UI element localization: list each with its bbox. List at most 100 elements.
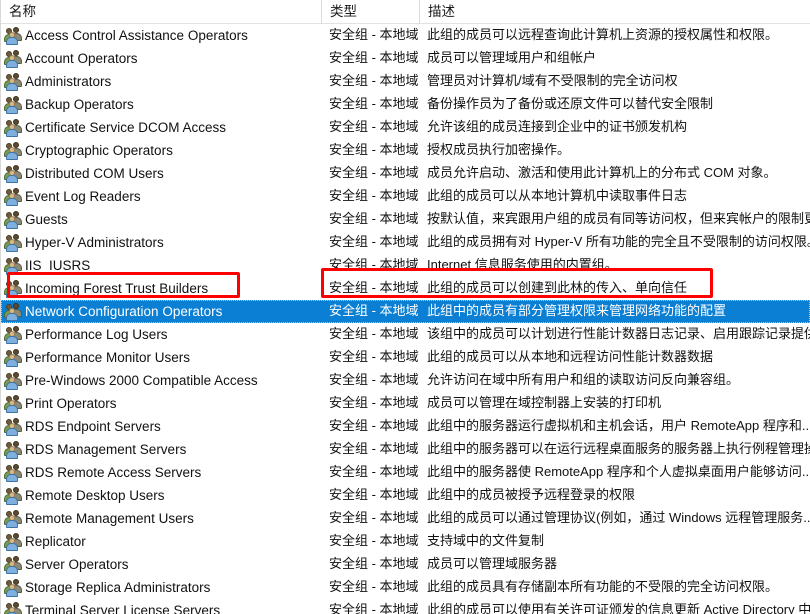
cell-name[interactable]: Remote Desktop Users (1, 484, 321, 507)
cell-description: 此组中的服务器运行虚拟机和主机会话，用户 RemoteApp 程序和... (427, 418, 810, 433)
group-users-icon (4, 96, 22, 114)
table-row[interactable]: Performance Log Users 安全组 - 本地域 该组中的成员可以计划… (1, 323, 810, 346)
cell-type: 安全组 - 本地域 (329, 533, 419, 548)
table-row[interactable]: Storage Replica Administrators 安全组 - 本地域此… (1, 576, 810, 599)
table-row[interactable]: IIS_IUSRS 安全组 - 本地域 Internet 信息服务使用的内置组。 (1, 254, 810, 277)
table-row[interactable]: Pre-Windows 2000 Compatible Access 安全组 - … (1, 369, 810, 392)
cell-name[interactable]: Distributed COM Users (1, 162, 321, 185)
table-row[interactable]: Access Control Assistance Operators 安全组 -… (1, 24, 810, 47)
cell-name[interactable]: Print Operators (1, 392, 321, 415)
group-users-icon (4, 418, 22, 436)
cell-type: 安全组 - 本地域 (329, 395, 419, 410)
cell-name[interactable]: Access Control Assistance Operators (1, 24, 321, 47)
cell-name[interactable]: Performance Log Users (1, 323, 321, 346)
cell-name[interactable]: Network Configuration Operators (1, 300, 321, 323)
cell-name[interactable]: RDS Endpoint Servers (1, 415, 321, 438)
table-row[interactable]: Administrators 安全组 - 本地域 管理员对计算机/域有不受限制的完全… (1, 70, 810, 93)
cell-description: 此组的成员拥有对 Hyper-V 所有功能的完全且不受限制的访问权限。 (427, 234, 810, 249)
table-row[interactable]: Guests 安全组 - 本地域 按默认值，来宾跟用户组的成员有同等访问权，但来宾帐… (1, 208, 810, 231)
group-users-icon (4, 50, 22, 68)
cell-type: 安全组 - 本地域 (329, 234, 419, 249)
cell-name[interactable]: IIS_IUSRS (1, 254, 321, 277)
group-name-label: Pre-Windows 2000 Compatible Access (25, 372, 258, 388)
cell-name[interactable]: Pre-Windows 2000 Compatible Access (1, 369, 321, 392)
group-users-icon (4, 487, 22, 505)
table-row[interactable]: Network Configuration Operators 安全组 - 本地域… (1, 300, 810, 323)
table-row[interactable]: Remote Management Users 安全组 - 本地域 此组的成员可以通… (1, 507, 810, 530)
cell-name[interactable]: Terminal Server License Servers (1, 599, 321, 614)
cell-name[interactable]: Server Operators (1, 553, 321, 576)
group-users-icon (4, 395, 22, 413)
cell-name[interactable]: Cryptographic Operators (1, 139, 321, 162)
cell-description: 备份操作员为了备份或还原文件可以替代安全限制 (427, 96, 714, 111)
table-row[interactable]: Cryptographic Operators 安全组 - 本地域 授权成员执行加密… (1, 139, 810, 162)
cell-type: 安全组 - 本地域 (329, 464, 419, 479)
group-name-label: Event Log Readers (25, 188, 141, 204)
table-row[interactable]: Performance Monitor Users 安全组 - 本地域 此组的成员可… (1, 346, 810, 369)
group-list-view[interactable]: 名称 类型 描述 Access Control Assistance Opera… (0, 0, 810, 614)
group-users-icon (4, 188, 22, 206)
cell-type: 安全组 - 本地域 (329, 441, 419, 456)
table-row[interactable]: Certificate Service DCOM Access 安全组 - 本地域… (1, 116, 810, 139)
table-row[interactable]: Replicator 安全组 - 本地域 支持域中的文件复制 (1, 530, 810, 553)
cell-name[interactable]: Account Operators (1, 47, 321, 70)
table-row[interactable]: Terminal Server License Servers 安全组 - 本地域… (1, 599, 810, 614)
column-header-name[interactable]: 名称 (1, 0, 321, 24)
group-name-label: RDS Endpoint Servers (25, 418, 161, 434)
table-row[interactable]: Incoming Forest Trust Builders 安全组 - 本地域此… (1, 277, 810, 300)
group-users-icon (4, 372, 22, 390)
cell-type: 安全组 - 本地域 (329, 510, 419, 525)
table-row[interactable]: Hyper-V Administrators 安全组 - 本地域 此组的成员拥有对 … (1, 231, 810, 254)
cell-name[interactable]: RDS Management Servers (1, 438, 321, 461)
cell-name[interactable]: Incoming Forest Trust Builders (1, 277, 321, 300)
table-row[interactable]: Distributed COM Users 安全组 - 本地域 成员允许启动、激活和… (1, 162, 810, 185)
table-row[interactable]: RDS Endpoint Servers 安全组 - 本地域 此组中的服务器运行虚拟… (1, 415, 810, 438)
table-row[interactable]: Server Operators 安全组 - 本地域 成员可以管理域服务器 (1, 553, 810, 576)
table-row[interactable]: RDS Management Servers 安全组 - 本地域 此组中的服务器可以… (1, 438, 810, 461)
cell-type: 安全组 - 本地域 (329, 280, 419, 295)
group-users-icon (4, 602, 22, 614)
cell-description: 此组的成员可以使用有关许可证颁发的信息更新 Active Directory 中… (427, 602, 810, 614)
cell-name[interactable]: Administrators (1, 70, 321, 93)
table-row[interactable]: Event Log Readers 安全组 - 本地域 此组的成员可以从本地计算机中… (1, 185, 810, 208)
cell-name[interactable]: Event Log Readers (1, 185, 321, 208)
cell-name[interactable]: Guests (1, 208, 321, 231)
cell-name[interactable]: Certificate Service DCOM Access (1, 116, 321, 139)
cell-type: 安全组 - 本地域 (329, 96, 419, 111)
group-users-icon (4, 349, 22, 367)
group-users-icon (4, 73, 22, 91)
group-users-icon (4, 510, 22, 528)
cell-type: 安全组 - 本地域 (329, 487, 419, 502)
cell-description: 管理员对计算机/域有不受限制的完全访问权 (427, 73, 678, 88)
group-users-icon (4, 464, 22, 482)
cell-description: 该组中的成员可以计划进行性能计数器日志记录、启用跟踪记录提供... (427, 326, 810, 341)
cell-name[interactable]: Remote Management Users (1, 507, 321, 530)
cell-description: 此组中的成员被授予远程登录的权限 (427, 487, 636, 502)
cell-description: 此组的成员可以从本地计算机中读取事件日志 (427, 188, 688, 203)
group-name-label: Server Operators (25, 556, 129, 572)
group-users-icon (4, 27, 22, 45)
group-name-label: Account Operators (25, 50, 138, 66)
table-row[interactable]: Remote Desktop Users 安全组 - 本地域 此组中的成员被授予远程… (1, 484, 810, 507)
table-row[interactable]: Print Operators 安全组 - 本地域 成员可以管理在域控制器上安装的打… (1, 392, 810, 415)
cell-type: 安全组 - 本地域 (329, 73, 419, 88)
cell-name[interactable]: Hyper-V Administrators (1, 231, 321, 254)
cell-name[interactable]: Backup Operators (1, 93, 321, 116)
cell-name[interactable]: RDS Remote Access Servers (1, 461, 321, 484)
cell-type: 安全组 - 本地域 (329, 142, 419, 157)
group-users-icon (4, 142, 22, 160)
cell-name[interactable]: Storage Replica Administrators (1, 576, 321, 599)
cell-name[interactable]: Performance Monitor Users (1, 346, 321, 369)
group-users-icon (4, 326, 22, 344)
table-row[interactable]: RDS Remote Access Servers 安全组 - 本地域 此组中的服务… (1, 461, 810, 484)
group-users-icon (4, 211, 22, 229)
column-header-type[interactable]: 类型 (321, 0, 419, 24)
cell-description: 此组的成员可以创建到此林的传入、单向信任 (427, 280, 688, 295)
group-name-label: Remote Management Users (25, 510, 194, 526)
table-row[interactable]: Backup Operators 安全组 - 本地域 备份操作员为了备份或还原文件可… (1, 93, 810, 116)
column-header-description[interactable]: 描述 (419, 0, 810, 24)
cell-description: 此组中的服务器使 RemoteApp 程序和个人虚拟桌面用户能够访问... (427, 464, 810, 479)
table-row[interactable]: Account Operators 安全组 - 本地域 成员可以管理域用户和组帐户 (1, 47, 810, 70)
cell-description: 授权成员执行加密操作。 (427, 142, 571, 157)
cell-name[interactable]: Replicator (1, 530, 321, 553)
